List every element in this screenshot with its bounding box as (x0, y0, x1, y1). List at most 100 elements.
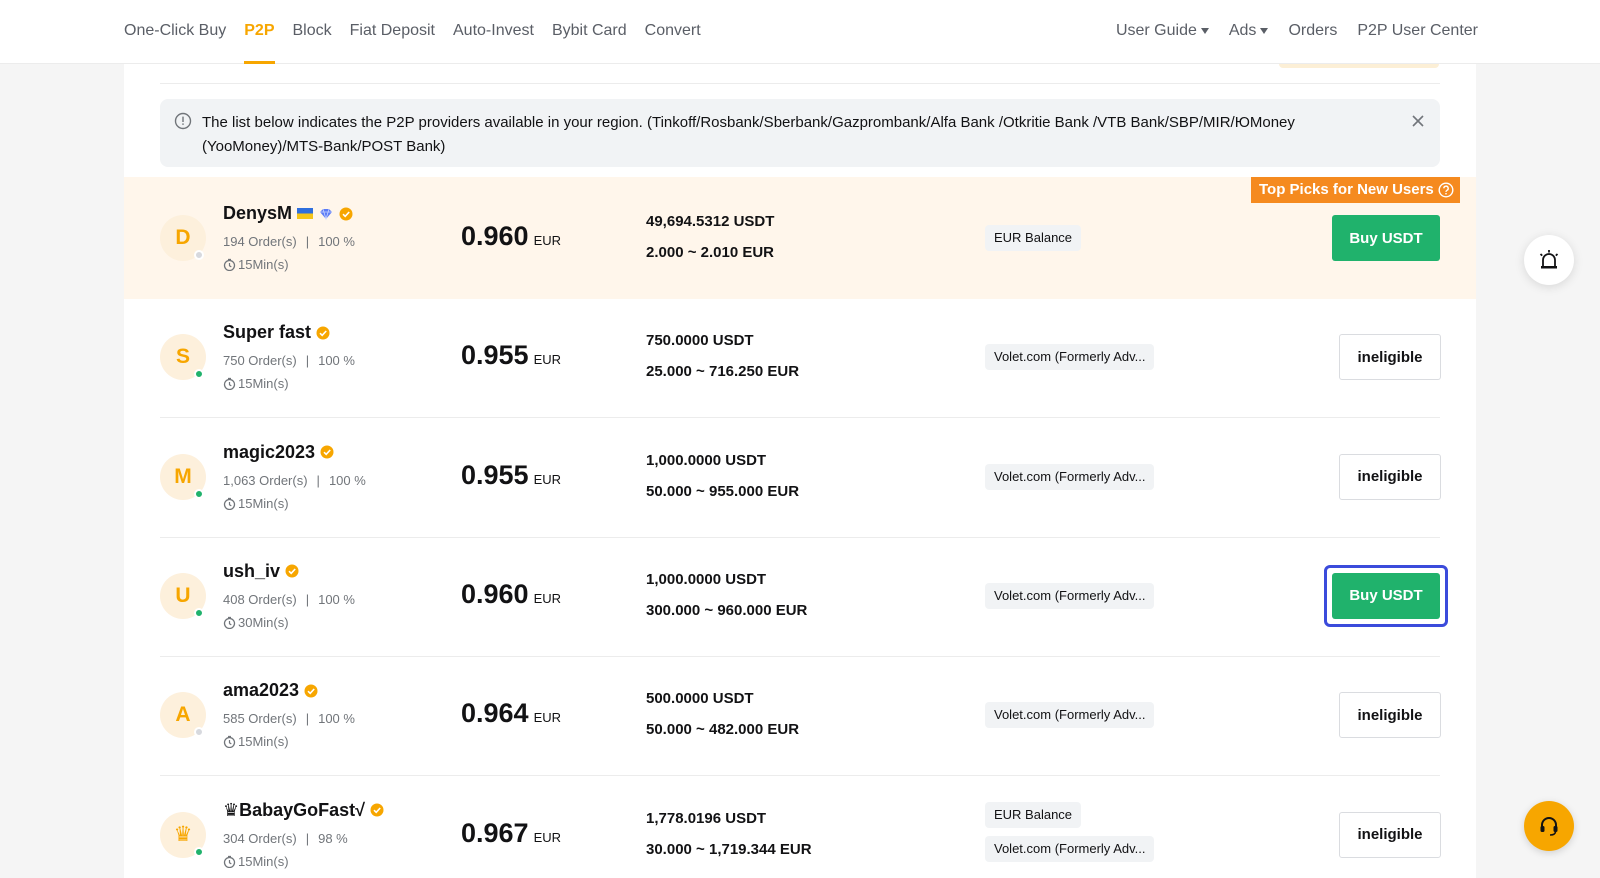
clock-icon (223, 616, 236, 629)
online-status-dot (194, 846, 204, 857)
price-value: 0.964 (461, 698, 529, 729)
nav-user-guide[interactable]: User Guide (1116, 0, 1209, 64)
notice-line-1: The list below indicates the P2P provide… (202, 114, 1295, 131)
nav-orders[interactable]: Orders (1288, 0, 1337, 64)
payment-time: 15Min(s) (223, 854, 289, 869)
ineligible-button[interactable]: ineligible (1339, 334, 1441, 381)
region-notice: The list below indicates the P2P provide… (160, 99, 1440, 167)
payment-method-tag: Volet.com (Formerly Adv... (985, 463, 1155, 490)
price-value: 0.960 (461, 578, 529, 609)
nav-p2p[interactable]: P2P (244, 0, 275, 64)
nav-user-guide-label: User Guide (1115, 22, 1197, 39)
advertiser-name-group[interactable]: Super fast (223, 322, 330, 343)
order-stats: 194 Order(s) | 100 % (223, 234, 355, 249)
nav-p2p-user-center[interactable]: P2P User Center (1357, 0, 1478, 64)
order-stats: 750 Order(s) | 100 % (223, 353, 355, 368)
verified-badge-icon (304, 684, 318, 698)
verified-badge-icon (320, 445, 334, 459)
completion-rate: 100 % (318, 234, 355, 249)
available-amount: 1,000.0000 USDT (646, 570, 767, 588)
nav-one-click-buy[interactable]: One-Click Buy (124, 0, 226, 64)
verified-badge-icon (339, 207, 353, 220)
advertiser-name-group[interactable]: ♛BabayGoFast√ (223, 800, 384, 821)
top-nav-bar: One-Click Buy P2P Block Fiat Deposit Aut… (0, 0, 1600, 64)
nav-block[interactable]: Block (293, 0, 332, 64)
order-count: 585 Order(s) (223, 711, 297, 727)
price-currency: EUR (533, 471, 562, 487)
verified-badge-icon (316, 326, 330, 340)
order-limit: 2.000 ~ 2.010 EUR (646, 244, 775, 261)
ad-row: ♛ ♛BabayGoFast√ 304 Order(s) | 98 % 15Min(s) 0… (124, 774, 1476, 878)
advertiser-name-group[interactable]: DenysM (223, 203, 353, 224)
nav-convert[interactable]: Convert (645, 0, 701, 64)
ad-row: S Super fast 750 Order(s) | 100 % 15Min(s) 0.9… (124, 296, 1476, 419)
advertiser-name: ♛BabayGoFast√ (223, 799, 366, 820)
advertiser-name-group[interactable]: magic2023 (223, 442, 334, 463)
offline-status-dot (194, 727, 204, 738)
buy-usdt-button[interactable]: Buy USDT (1332, 215, 1440, 261)
order-count: 304 Order(s) (223, 830, 297, 846)
payment-time: 15Min(s) (223, 496, 289, 511)
order-stats: 585 Order(s) | 100 % (223, 711, 355, 726)
ineligible-button[interactable]: ineligible (1339, 692, 1441, 739)
order-stats: 408 Order(s) | 100 % (223, 592, 355, 607)
payment-method-tag: Volet.com (Formerly Adv... (985, 344, 1155, 371)
ineligible-button[interactable]: ineligible (1339, 453, 1441, 500)
payment-time-value: 15Min(s) (238, 495, 289, 511)
online-status-dot (194, 488, 204, 499)
top-picks-badge: Top Picks for New Users (1251, 177, 1460, 203)
help-icon[interactable] (1438, 182, 1454, 198)
flag-icon (297, 208, 314, 219)
top-picks-label: Top Picks for New Users (1259, 181, 1434, 198)
headset-icon (1540, 817, 1558, 836)
stats-separator: | (305, 830, 310, 846)
nav-ads[interactable]: Ads (1229, 0, 1269, 64)
stats-separator: | (305, 234, 310, 249)
nav-fiat-deposit[interactable]: Fiat Deposit (350, 0, 435, 64)
payment-method-tag: EUR Balance (985, 801, 1082, 828)
order-count: 750 Order(s) (223, 353, 297, 369)
support-button[interactable] (1524, 801, 1574, 851)
close-icon[interactable] (1410, 113, 1426, 129)
completion-rate: 100 % (318, 353, 355, 369)
alarm-button[interactable] (1524, 235, 1574, 285)
available-amount: 500.0000 USDT (646, 690, 754, 708)
advertiser-name-group[interactable]: ush_iv (223, 561, 299, 582)
price-value: 0.967 (461, 817, 529, 848)
buy-usdt-button[interactable]: Buy USDT (1332, 572, 1440, 619)
advertiser-name: ush_iv (223, 560, 281, 581)
advertiser-name: Super fast (223, 322, 312, 343)
price: 0.960 EUR (461, 221, 561, 252)
available-amount: 49,694.5312 USDT (646, 213, 775, 230)
price-currency: EUR (533, 233, 562, 248)
clock-icon (223, 497, 236, 510)
price: 0.960 EUR (461, 579, 561, 610)
advertiser-name-group[interactable]: ama2023 (223, 680, 318, 701)
payment-time: 15Min(s) (223, 376, 289, 391)
ineligible-button[interactable]: ineligible (1339, 811, 1441, 858)
order-count: 194 Order(s) (223, 234, 297, 249)
price: 0.967 EUR (461, 818, 561, 849)
verified-badge-icon (285, 564, 299, 578)
stats-separator: | (305, 591, 310, 607)
clock-icon (223, 855, 236, 868)
payment-time-value: 15Min(s) (238, 257, 289, 272)
price-value: 0.955 (461, 459, 529, 490)
nav-ads-label: Ads (1228, 22, 1257, 39)
verified-badge-icon (370, 803, 384, 817)
price: 0.964 EUR (461, 698, 561, 729)
order-limit: 50.000 ~ 482.000 EUR (646, 721, 800, 739)
ad-row: Uush_iv 408 Order(s) | 100 % 30Min(s) 0.960 EU… (124, 535, 1476, 657)
completion-rate: 98 % (318, 830, 348, 846)
ad-row: Aama2023 585 Order(s) | 100 % 15Min(s) 0.964 E… (124, 654, 1476, 777)
alarm-icon (1539, 250, 1559, 269)
order-stats: 304 Order(s) | 98 % (223, 831, 348, 846)
payment-method-tag: Volet.com (Formerly Adv... (985, 702, 1155, 729)
ad-row: D DenysM 194 Order(s) | 100 % 15Min(s) 0.960 EU… (124, 177, 1476, 299)
nav-bybit-card[interactable]: Bybit Card (552, 0, 627, 64)
nav-auto-invest[interactable]: Auto-Invest (453, 0, 534, 64)
advertiser-name: magic2023 (223, 441, 316, 462)
payment-time: 15Min(s) (223, 257, 289, 272)
ads-panel: The list below indicates the P2P provide… (124, 64, 1476, 878)
price-currency: EUR (533, 352, 562, 368)
